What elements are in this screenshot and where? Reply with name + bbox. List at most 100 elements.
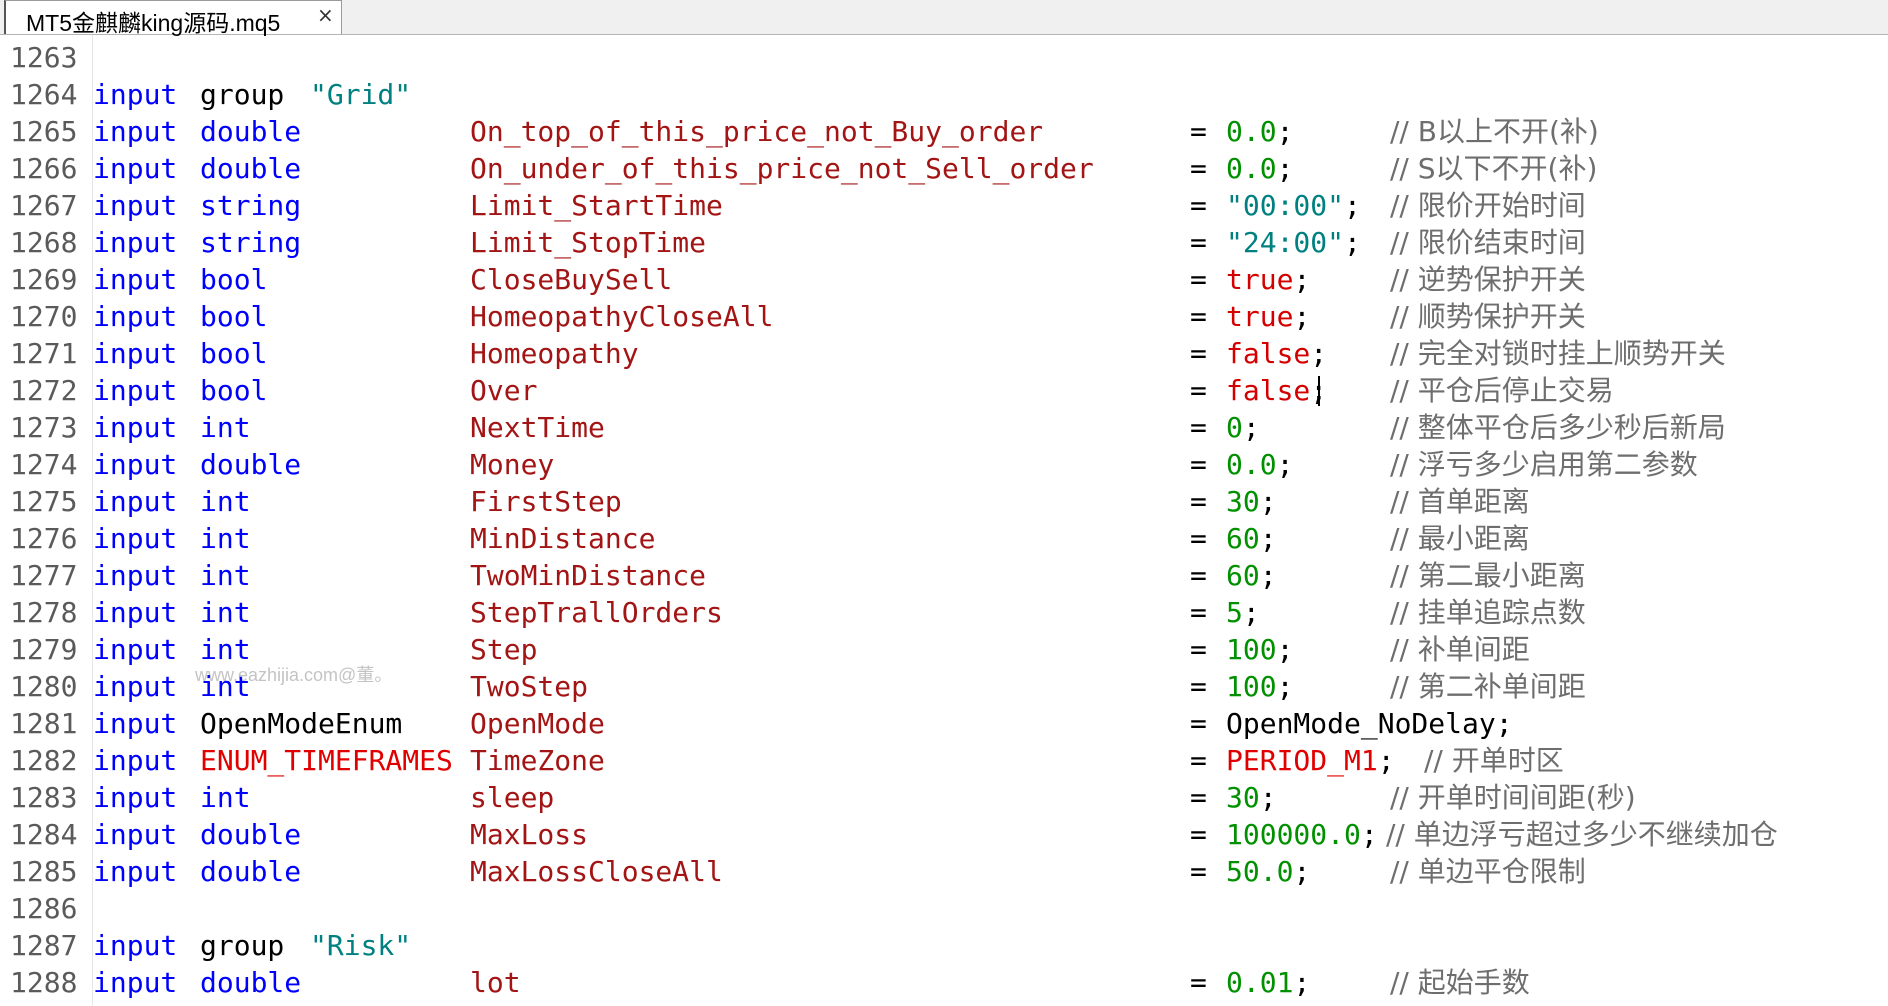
line-number: 1265 (10, 115, 78, 148)
code-line[interactable]: 1282 input ENUM_TIMEFRAMES TimeZone = PERIOD_… (0, 742, 1888, 779)
param-value: 50.0 (1226, 855, 1294, 888)
param-comment: // S以下不开(补) (1390, 152, 1598, 185)
assign-operator: = (1190, 707, 1207, 740)
semicolon: ; (1276, 670, 1294, 703)
param-comment: // 补单间距 (1390, 633, 1530, 666)
param-value: PERIOD_M1 (1226, 744, 1378, 777)
code-line[interactable]: 1279 input int Step = 100; // 补单间距 (0, 631, 1888, 668)
param-type: double (200, 115, 302, 148)
param-comment: // 开单时区 (1424, 744, 1564, 777)
line-number: 1274 (10, 448, 78, 481)
assign-operator: = (1190, 744, 1207, 777)
assign-operator: = (1190, 781, 1207, 814)
param-name: On_under_of_this_price_not_Sell_order (470, 152, 1094, 185)
param-name: Step (470, 633, 538, 666)
semicolon: ; (1259, 781, 1277, 814)
param-value: 0.01 (1226, 966, 1294, 999)
code-line[interactable]: 1285 input double MaxLossCloseAll = 50.0; // 单… (0, 853, 1888, 890)
param-value-wrap: 0.0; (1226, 113, 1293, 150)
semicolon: ; (1259, 559, 1277, 592)
code-line[interactable]: 1273 input int NextTime = 0; // 整体平仓后多少秒后新局 (0, 409, 1888, 446)
code-line[interactable]: 1272 input bool Over = false; // 平仓后停止交易 (0, 372, 1888, 409)
code-line[interactable]: 1266 input double On_under_of_this_price_no… (0, 150, 1888, 187)
code-line[interactable]: 1288 input double lot = 0.01; // 起始手数 (0, 964, 1888, 1001)
assign-operator: = (1190, 855, 1207, 888)
param-name: lot (470, 966, 521, 999)
keyword-input: input (93, 300, 178, 333)
code-line[interactable]: 1274 input double Money = 0.0; // 浮亏多少启用第二参数 (0, 446, 1888, 483)
line-number: 1277 (10, 559, 78, 592)
line-number: 1282 (10, 744, 78, 777)
code-line[interactable]: 1280 input int TwoStep = 100; // 第二补单间距 (0, 668, 1888, 705)
assign-operator: = (1190, 337, 1207, 370)
param-value: true (1226, 300, 1294, 333)
code-line[interactable]: 1264 input group "Grid" (0, 76, 1888, 113)
code-line[interactable]: 1281 input OpenModeEnum OpenMode = OpenMode_N… (0, 705, 1888, 742)
param-type: ENUM_TIMEFRAMES (200, 744, 453, 777)
code-line[interactable]: 1283 input int sleep = 30; // 开单时间间距(秒) (0, 779, 1888, 816)
param-name: Over (470, 374, 538, 407)
line-number: 1278 (10, 596, 78, 629)
param-value: 0.0 (1226, 152, 1277, 185)
keyword-group: group (200, 929, 285, 962)
line-number: 1285 (10, 855, 78, 888)
param-type: double (200, 855, 302, 888)
code-line[interactable]: 1269 input bool CloseBuySell = true; // 逆势保护开关 (0, 261, 1888, 298)
code-line[interactable]: 1267 input string Limit_StartTime = "00:00"; /… (0, 187, 1888, 224)
param-value-wrap: 50.0; (1226, 853, 1310, 890)
param-value-wrap: false; (1226, 372, 1327, 409)
code-line[interactable]: 1284 input double MaxLoss = 100000.0;// 单边浮亏超… (0, 816, 1888, 853)
semicolon: ; (1293, 855, 1311, 888)
line-number: 1266 (10, 152, 78, 185)
param-value: 0 (1226, 411, 1243, 444)
code-line[interactable]: 1277 input int TwoMinDistance = 60; // 第二最小距离 (0, 557, 1888, 594)
code-editor[interactable]: www.eazhijia.com@董。 1263 1264 input group "G… (0, 35, 1888, 1006)
semicolon: ; (1276, 115, 1294, 148)
code-line[interactable]: 1287 input group "Risk" (0, 927, 1888, 964)
keyword-input: input (93, 226, 178, 259)
param-name: Limit_StopTime (470, 226, 707, 259)
code-line[interactable]: 1286 (0, 890, 1888, 927)
param-value-wrap: 100; (1226, 631, 1293, 668)
param-name: Money (470, 448, 555, 481)
code-line[interactable]: 1263 (0, 39, 1888, 76)
semicolon: ; (1242, 596, 1260, 629)
code-line[interactable]: 1268 input string Limit_StopTime = "24:00"; //… (0, 224, 1888, 261)
line-number: 1263 (10, 41, 78, 74)
param-name: FirstStep (470, 485, 622, 518)
code-line[interactable]: 1265 input double On_top_of_this_price_not_… (0, 113, 1888, 150)
code-line[interactable]: 1270 input bool HomeopathyCloseAll = true; // … (0, 298, 1888, 335)
param-name: NextTime (470, 411, 605, 444)
assign-operator: = (1190, 670, 1207, 703)
param-comment: // 单边平仓限制 (1390, 855, 1586, 888)
param-comment: // B以上不开(补) (1390, 115, 1599, 148)
param-value: 100 (1226, 633, 1277, 666)
tab-file[interactable]: MT5金麒麟king源码.mq5 × (4, 0, 342, 36)
line-number: 1275 (10, 485, 78, 518)
assign-operator: = (1190, 300, 1207, 333)
semicolon: ; (1276, 152, 1294, 185)
param-value: false (1226, 374, 1311, 407)
tab-title[interactable]: MT5金麒麟king源码.mq5 (26, 4, 280, 38)
param-value: 100000.0 (1226, 818, 1361, 851)
param-type: int (200, 596, 251, 629)
param-type: bool (200, 374, 268, 407)
keyword-input: input (93, 707, 178, 740)
param-value-wrap: false; (1226, 335, 1327, 372)
code-line[interactable]: 1276 input int MinDistance = 60; // 最小距离 (0, 520, 1888, 557)
assign-operator: = (1190, 966, 1207, 999)
keyword-input: input (93, 485, 178, 518)
code-line[interactable]: 1271 input bool Homeopathy = false; // 完全对锁时挂上… (0, 335, 1888, 372)
code-line[interactable]: 1278 input int StepTrallOrders = 5; // 挂单追踪点数 (0, 594, 1888, 631)
semicolon: ; (1293, 300, 1311, 333)
code-line[interactable]: 1275 input int FirstStep = 30; // 首单距离 (0, 483, 1888, 520)
close-icon[interactable]: × (317, 3, 334, 27)
assign-operator: = (1190, 633, 1207, 666)
param-comment: // 逆势保护开关 (1390, 263, 1586, 296)
keyword-input: input (93, 929, 178, 962)
line-number: 1267 (10, 189, 78, 222)
keyword-input: input (93, 263, 178, 296)
param-value: 60 (1226, 522, 1260, 555)
param-comment: // 平仓后停止交易 (1390, 374, 1614, 407)
param-value: 100 (1226, 670, 1277, 703)
